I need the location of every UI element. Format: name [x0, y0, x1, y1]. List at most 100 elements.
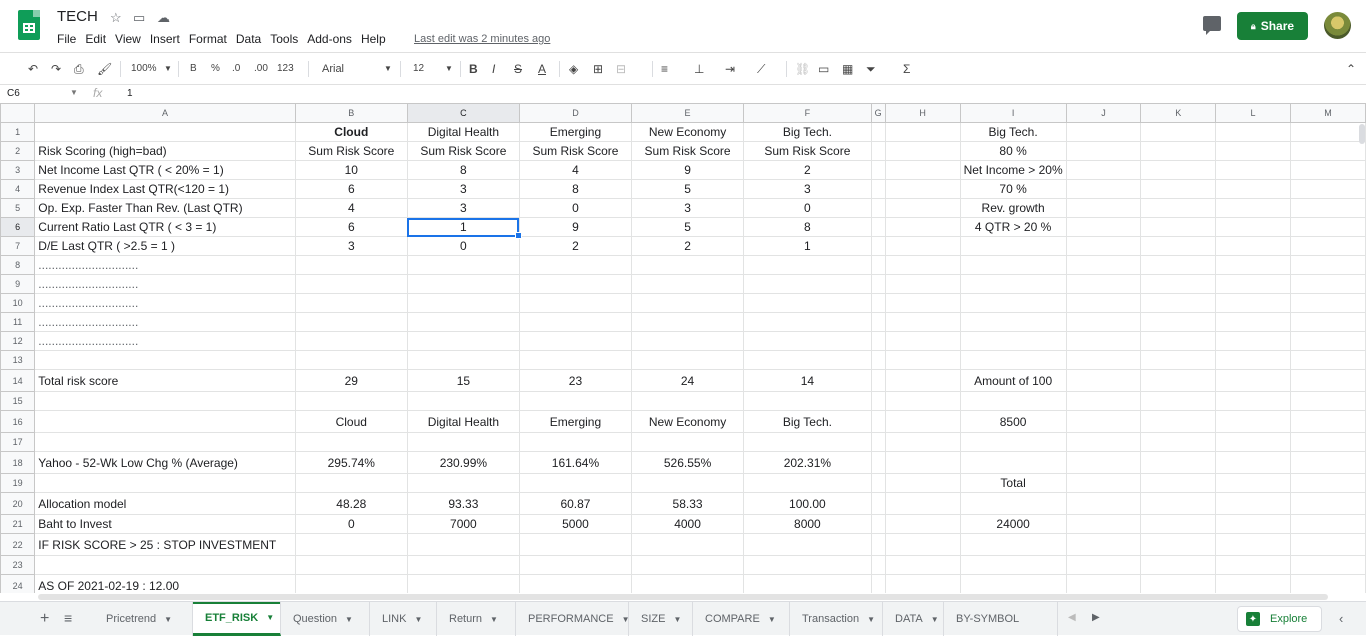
cell-f6[interactable]: 8 — [743, 217, 872, 237]
cell-m9[interactable] — [1289, 274, 1366, 294]
cell-a12[interactable]: .............................. — [34, 331, 296, 351]
row-header[interactable]: 3 — [0, 160, 36, 180]
cell-e16[interactable]: New Economy — [631, 410, 745, 433]
cell-g16[interactable] — [870, 410, 886, 433]
cell-l14[interactable] — [1215, 369, 1291, 392]
cell-h2[interactable] — [884, 141, 961, 161]
cell-g3[interactable] — [870, 160, 886, 180]
cell-h5[interactable] — [884, 198, 961, 218]
chevron-down-icon[interactable]: ▼ — [266, 613, 274, 622]
cell-k21[interactable] — [1140, 514, 1217, 534]
cell-d24[interactable] — [518, 574, 633, 593]
decrease-decimal-button[interactable]: .0 — [232, 60, 240, 78]
horizontal-scrollbar[interactable] — [38, 594, 1328, 600]
cell-b21[interactable]: 0 — [294, 514, 408, 534]
text-rotation-icon[interactable]: ⟋ — [757, 60, 765, 78]
cell-m14[interactable] — [1289, 369, 1366, 392]
tab-performance[interactable]: PERFORMANCE ▼ — [516, 602, 629, 636]
cell-j8[interactable] — [1065, 255, 1142, 275]
formula-input[interactable]: 1 — [127, 88, 133, 99]
text-color-button[interactable]: A — [538, 60, 546, 78]
increase-decimal-button[interactable]: .00 — [254, 60, 268, 78]
cell-g24[interactable] — [870, 574, 886, 593]
cell-k1[interactable] — [1140, 122, 1217, 142]
filter-icon[interactable]: ⏷ — [866, 60, 876, 78]
cell-b18[interactable]: 295.74% — [294, 451, 408, 474]
cell-j2[interactable] — [1065, 141, 1142, 161]
cell-i23[interactable] — [959, 555, 1067, 575]
cell-j21[interactable] — [1065, 514, 1142, 534]
cell-k20[interactable] — [1140, 492, 1217, 515]
cell-c4[interactable]: 3 — [406, 179, 520, 199]
collapse-toolbar-icon[interactable]: ⌃ — [1346, 60, 1356, 78]
cell-a15[interactable] — [34, 391, 296, 411]
cell-e9[interactable] — [631, 274, 745, 294]
cell-e20[interactable]: 58.33 — [631, 492, 745, 515]
cell-b13[interactable] — [294, 350, 408, 370]
cell-h10[interactable] — [884, 293, 961, 313]
menu-edit[interactable]: Edit — [85, 32, 106, 46]
row-header[interactable]: 4 — [0, 179, 36, 199]
cell-f4[interactable]: 3 — [743, 179, 872, 199]
cell-b4[interactable]: 6 — [294, 179, 408, 199]
cell-m21[interactable] — [1289, 514, 1366, 534]
menu-tools[interactable]: Tools — [270, 32, 298, 46]
cell-i21[interactable]: 24000 — [959, 514, 1067, 534]
cell-l22[interactable] — [1215, 533, 1291, 556]
cell-a2[interactable]: Risk Scoring (high=bad) — [34, 141, 296, 161]
cell-k2[interactable] — [1140, 141, 1217, 161]
row-header[interactable]: 19 — [0, 473, 36, 493]
column-header-c[interactable]: C — [406, 103, 520, 123]
cell-c19[interactable] — [406, 473, 520, 493]
cell-e22[interactable] — [631, 533, 745, 556]
cell-i16[interactable]: 8500 — [959, 410, 1067, 433]
cell-m6[interactable] — [1289, 217, 1366, 237]
cell-c11[interactable] — [406, 312, 520, 332]
cell-l7[interactable] — [1215, 236, 1291, 256]
cell-l8[interactable] — [1215, 255, 1291, 275]
cell-i15[interactable] — [959, 391, 1067, 411]
cell-f2[interactable]: Sum Risk Score — [743, 141, 872, 161]
cell-e2[interactable]: Sum Risk Score — [631, 141, 745, 161]
cell-e19[interactable] — [631, 473, 745, 493]
cell-l3[interactable] — [1215, 160, 1291, 180]
cell-a10[interactable]: .............................. — [34, 293, 296, 313]
cell-m20[interactable] — [1289, 492, 1366, 515]
cell-a20[interactable]: Allocation model — [34, 492, 296, 515]
cell-f7[interactable]: 1 — [743, 236, 872, 256]
cell-e8[interactable] — [631, 255, 745, 275]
cell-b23[interactable] — [294, 555, 408, 575]
cell-i13[interactable] — [959, 350, 1067, 370]
cell-g4[interactable] — [870, 179, 886, 199]
column-header-g[interactable]: G — [870, 103, 886, 123]
add-sheet-icon[interactable]: + — [40, 610, 49, 628]
tab-compare[interactable]: COMPARE ▼ — [693, 602, 790, 636]
cell-m15[interactable] — [1289, 391, 1366, 411]
cell-l18[interactable] — [1215, 451, 1291, 474]
cell-a4[interactable]: Revenue Index Last QTR(<120 = 1) — [34, 179, 296, 199]
cell-f22[interactable] — [743, 533, 872, 556]
cell-l24[interactable] — [1215, 574, 1291, 593]
cell-m7[interactable] — [1289, 236, 1366, 256]
cell-h23[interactable] — [884, 555, 961, 575]
star-icon[interactable]: ☆ — [110, 10, 122, 26]
cell-i7[interactable] — [959, 236, 1067, 256]
cell-h8[interactable] — [884, 255, 961, 275]
cell-j5[interactable] — [1065, 198, 1142, 218]
insert-chart-icon[interactable]: ▦ — [842, 60, 853, 78]
cell-k8[interactable] — [1140, 255, 1217, 275]
tab-by-symbol[interactable]: BY-SYMBOL — [944, 602, 1058, 636]
cell-c23[interactable] — [406, 555, 520, 575]
cell-i19[interactable]: Total — [959, 473, 1067, 493]
cell-f19[interactable] — [743, 473, 872, 493]
chevron-down-icon[interactable]: ▼ — [345, 615, 353, 624]
cell-f21[interactable]: 8000 — [743, 514, 872, 534]
cell-g2[interactable] — [870, 141, 886, 161]
cell-b6[interactable]: 6 — [294, 217, 408, 237]
cell-d4[interactable]: 8 — [518, 179, 633, 199]
row-header[interactable]: 9 — [0, 274, 36, 294]
cell-b7[interactable]: 3 — [294, 236, 408, 256]
cell-h19[interactable] — [884, 473, 961, 493]
name-box[interactable]: C6 — [7, 88, 20, 99]
cell-a5[interactable]: Op. Exp. Faster Than Rev. (Last QTR) — [34, 198, 296, 218]
